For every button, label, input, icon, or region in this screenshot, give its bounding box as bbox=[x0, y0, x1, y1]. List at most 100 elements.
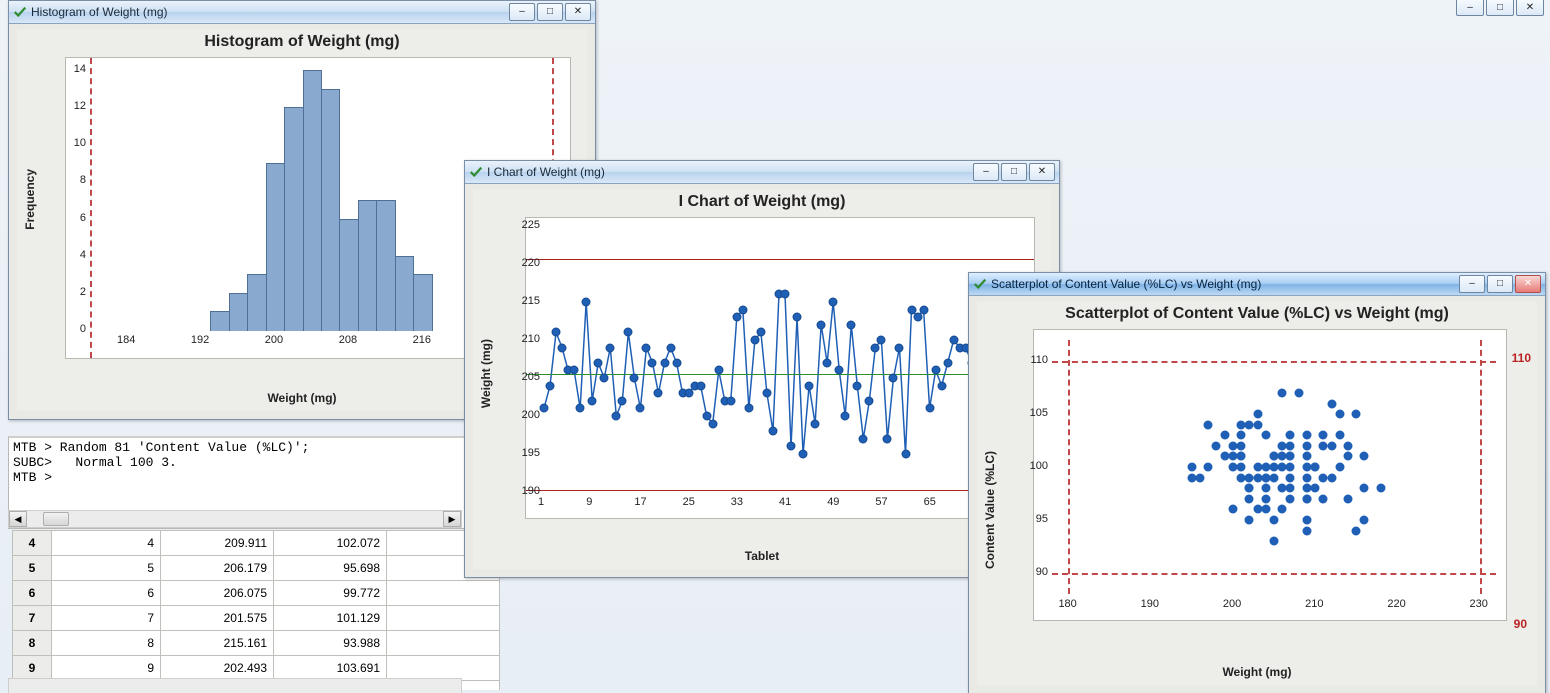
ichart-point bbox=[708, 419, 717, 428]
table-row[interactable]: 77201.575101.129 bbox=[13, 606, 500, 631]
chart-title: Scatterplot of Content Value (%LC) vs We… bbox=[977, 305, 1537, 323]
scatter-point bbox=[1237, 441, 1246, 450]
scroll-left-button[interactable]: ◀ bbox=[9, 511, 27, 527]
close-button[interactable]: ✕ bbox=[565, 3, 591, 21]
parent-minimize-button[interactable]: – bbox=[1456, 0, 1484, 16]
histogram-bar bbox=[413, 274, 432, 331]
data-table[interactable]: 44209.911102.07255206.17995.69866206.075… bbox=[12, 530, 500, 690]
cell[interactable]: 202.493 bbox=[161, 656, 274, 681]
cell[interactable]: 9 bbox=[52, 656, 161, 681]
y-tick: 14 bbox=[74, 63, 86, 75]
close-button[interactable]: ✕ bbox=[1029, 163, 1055, 181]
ichart-point bbox=[841, 412, 850, 421]
table-row[interactable]: 44209.911102.072 bbox=[13, 531, 500, 556]
scatter-point bbox=[1360, 515, 1369, 524]
scroll-right-button[interactable]: ▶ bbox=[443, 511, 461, 527]
cell[interactable]: 4 bbox=[52, 531, 161, 556]
row-header[interactable]: 5 bbox=[13, 556, 52, 581]
ichart-point bbox=[648, 358, 657, 367]
ichart-point bbox=[871, 343, 880, 352]
maximize-button[interactable]: □ bbox=[1487, 275, 1513, 293]
close-button[interactable]: ✕ bbox=[1515, 275, 1541, 293]
cell[interactable]: 99.772 bbox=[274, 581, 387, 606]
scatter-point bbox=[1261, 463, 1270, 472]
cell[interactable] bbox=[387, 581, 500, 606]
titlebar-histogram[interactable]: Histogram of Weight (mg) – □ ✕ bbox=[9, 1, 595, 24]
table-row[interactable]: 66206.07599.772 bbox=[13, 581, 500, 606]
maximize-button[interactable]: □ bbox=[537, 3, 563, 21]
scatter-point bbox=[1237, 420, 1246, 429]
x-tick: 25 bbox=[683, 496, 695, 508]
cell[interactable]: 103.691 bbox=[274, 656, 387, 681]
scatter-point bbox=[1286, 452, 1295, 461]
cell[interactable]: 95.698 bbox=[274, 556, 387, 581]
minimize-button[interactable]: – bbox=[509, 3, 535, 21]
ichart-point bbox=[853, 381, 862, 390]
cell[interactable]: 102.072 bbox=[274, 531, 387, 556]
scatter-point bbox=[1261, 431, 1270, 440]
x-tick: 200 bbox=[1223, 598, 1241, 610]
cell[interactable] bbox=[387, 631, 500, 656]
scatter-point bbox=[1302, 473, 1311, 482]
row-header[interactable]: 8 bbox=[13, 631, 52, 656]
cell[interactable]: 101.129 bbox=[274, 606, 387, 631]
cell[interactable]: 8 bbox=[52, 631, 161, 656]
scatter-point bbox=[1237, 431, 1246, 440]
table-row[interactable]: 88215.16193.988 bbox=[13, 631, 500, 656]
scatter-point bbox=[1270, 515, 1279, 524]
session-scrollbar[interactable]: ◀ ▶ bbox=[8, 510, 462, 528]
x-tick: 1 bbox=[538, 496, 544, 508]
cell[interactable]: 6 bbox=[52, 581, 161, 606]
cell[interactable]: 93.988 bbox=[274, 631, 387, 656]
row-header[interactable]: 4 bbox=[13, 531, 52, 556]
ichart-point bbox=[756, 328, 765, 337]
histogram-bar bbox=[247, 274, 266, 331]
scatter-point bbox=[1212, 441, 1221, 450]
window-scatter[interactable]: Scatterplot of Content Value (%LC) vs We… bbox=[968, 272, 1546, 693]
y-tick: 215 bbox=[522, 295, 540, 307]
scatter-point bbox=[1245, 515, 1254, 524]
cell[interactable]: 209.911 bbox=[161, 531, 274, 556]
table-row[interactable]: 99202.493103.691 bbox=[13, 656, 500, 681]
ichart-point bbox=[835, 366, 844, 375]
row-header[interactable]: 9 bbox=[13, 656, 52, 681]
title-text: Scatterplot of Content Value (%LC) vs We… bbox=[991, 277, 1261, 291]
table-row[interactable]: 55206.17995.698 bbox=[13, 556, 500, 581]
cell[interactable]: 7 bbox=[52, 606, 161, 631]
scatter-point bbox=[1237, 452, 1246, 461]
scatter-point bbox=[1237, 473, 1246, 482]
worksheet-scrollbar[interactable] bbox=[8, 678, 462, 693]
y-tick: 8 bbox=[80, 174, 86, 186]
titlebar-scatter[interactable]: Scatterplot of Content Value (%LC) vs We… bbox=[969, 273, 1545, 296]
cell[interactable]: 5 bbox=[52, 556, 161, 581]
x-tick: 41 bbox=[779, 496, 791, 508]
ichart-point bbox=[540, 404, 549, 413]
scatter-point bbox=[1294, 388, 1303, 397]
cell[interactable] bbox=[387, 606, 500, 631]
scroll-thumb[interactable] bbox=[43, 512, 69, 526]
x-tick: 57 bbox=[875, 496, 887, 508]
ichart-point bbox=[570, 366, 579, 375]
cell[interactable] bbox=[387, 656, 500, 681]
cell[interactable]: 215.161 bbox=[161, 631, 274, 656]
titlebar-ichart[interactable]: I Chart of Weight (mg) – □ ✕ bbox=[465, 161, 1059, 184]
minimize-button[interactable]: – bbox=[973, 163, 999, 181]
y-tick: 2 bbox=[80, 286, 86, 298]
minimize-button[interactable]: – bbox=[1459, 275, 1485, 293]
ichart-point bbox=[654, 389, 663, 398]
histogram-bar bbox=[321, 89, 340, 331]
parent-maximize-button[interactable]: □ bbox=[1486, 0, 1514, 16]
scatter-point bbox=[1319, 494, 1328, 503]
row-header[interactable]: 6 bbox=[13, 581, 52, 606]
cell[interactable]: 201.575 bbox=[161, 606, 274, 631]
cell[interactable]: 206.075 bbox=[161, 581, 274, 606]
worksheet[interactable]: 44209.911102.07255206.17995.69866206.075… bbox=[12, 530, 512, 690]
maximize-button[interactable]: □ bbox=[1001, 163, 1027, 181]
parent-close-button[interactable]: ✕ bbox=[1516, 0, 1544, 16]
ichart-point bbox=[546, 381, 555, 390]
ichart-point bbox=[696, 381, 705, 390]
scatter-point bbox=[1311, 463, 1320, 472]
scatter-point bbox=[1261, 505, 1270, 514]
cell[interactable]: 206.179 bbox=[161, 556, 274, 581]
row-header[interactable]: 7 bbox=[13, 606, 52, 631]
